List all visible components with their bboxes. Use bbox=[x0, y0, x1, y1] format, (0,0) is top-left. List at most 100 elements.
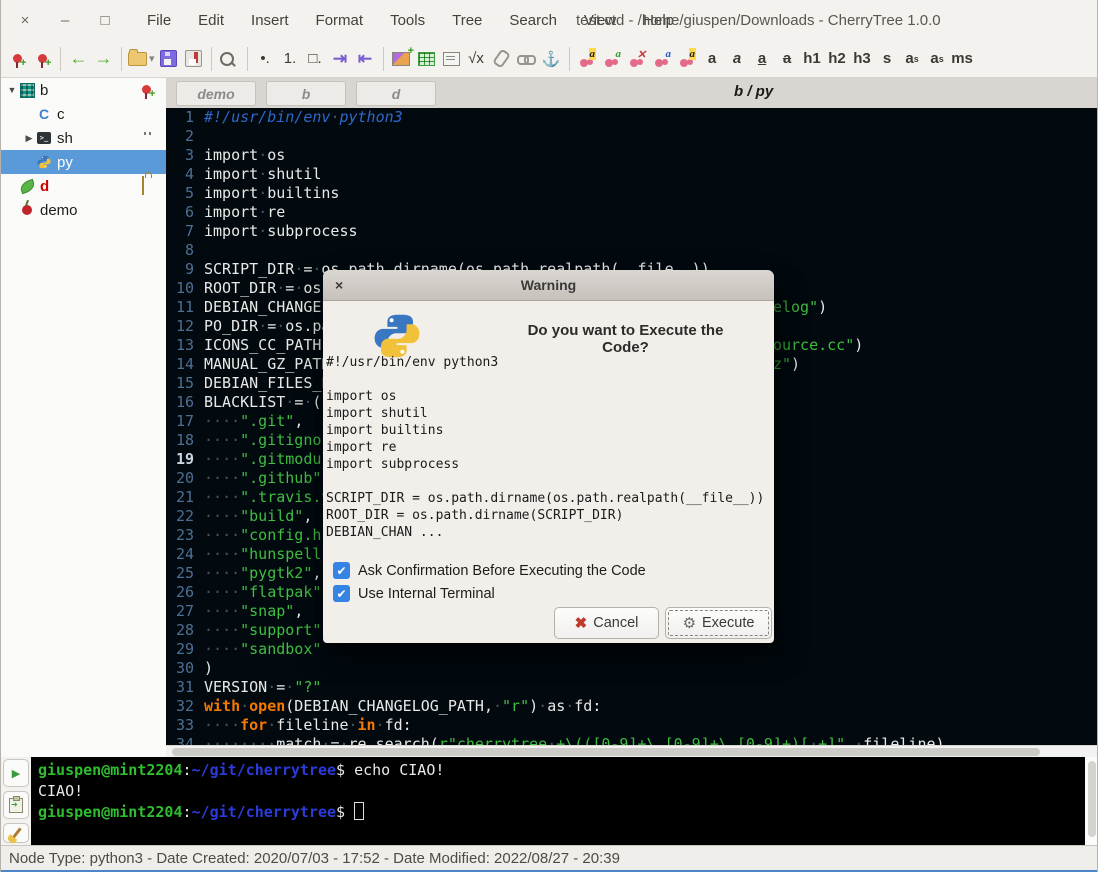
format-subscript-icon[interactable]: as bbox=[926, 45, 949, 72]
tree-node-c[interactable]: Cc bbox=[1, 102, 166, 126]
format-bold-icon[interactable]: a bbox=[701, 45, 724, 72]
editor-line: 6import·re bbox=[166, 203, 1098, 222]
bookmark-tab-d[interactable]: d bbox=[356, 81, 436, 106]
checkbox-checked-icon[interactable]: ✔ bbox=[333, 562, 350, 579]
format-h2-icon[interactable]: h2 bbox=[826, 45, 849, 72]
format-monospace-icon[interactable]: ms bbox=[951, 45, 974, 72]
scrollbar-thumb[interactable] bbox=[1088, 761, 1096, 837]
terminal-output[interactable]: giuspen@mint2204:~/git/cherrytree$ echo … bbox=[31, 757, 1085, 845]
save-as-icon[interactable] bbox=[182, 45, 205, 72]
format-strike-icon[interactable]: a bbox=[776, 45, 799, 72]
menu-insert[interactable]: Insert bbox=[247, 10, 293, 31]
terminal-icon: >_ bbox=[37, 132, 51, 144]
insert-link-icon[interactable] bbox=[515, 45, 538, 72]
indent-more-icon[interactable]: ⇥ bbox=[329, 45, 352, 72]
indent-less-icon[interactable]: ⇤ bbox=[354, 45, 377, 72]
editor-line-code: #!/usr/bin/env·python3 bbox=[200, 108, 403, 127]
code-preview-line: SCRIPT_DIR = os.path.dirname(os.path.rea… bbox=[326, 490, 764, 507]
save-icon[interactable] bbox=[157, 45, 180, 72]
menu-tree[interactable]: Tree bbox=[448, 10, 486, 31]
window-close-button[interactable]: × bbox=[5, 0, 45, 40]
tree-node-sh[interactable]: ▶>_sh bbox=[1, 126, 166, 150]
insert-image-icon[interactable] bbox=[390, 45, 413, 72]
numbered-list-icon[interactable]: 1. bbox=[279, 45, 302, 72]
dialog-close-icon[interactable]: × bbox=[335, 277, 343, 293]
terminal-scrollbar[interactable] bbox=[1085, 757, 1098, 845]
line-number: 14 bbox=[166, 355, 200, 374]
editor-line-code: ····"snap", bbox=[200, 602, 303, 621]
leaf-icon bbox=[19, 178, 35, 194]
cherry-icon bbox=[22, 205, 32, 215]
insert-table-icon[interactable] bbox=[415, 45, 438, 72]
editor-line: 4import·shutil bbox=[166, 165, 1098, 184]
open-file-icon[interactable]: ▾ bbox=[128, 45, 155, 72]
pin-icon bbox=[142, 85, 151, 94]
format-superscript-icon[interactable]: as bbox=[901, 45, 924, 72]
tree-node-d[interactable]: d bbox=[1, 174, 166, 198]
insert-formula-icon[interactable]: √x bbox=[465, 45, 488, 72]
line-number: 34 bbox=[166, 735, 200, 745]
insert-codebox-icon[interactable] bbox=[440, 45, 463, 72]
cancel-button[interactable]: ✖ Cancel bbox=[554, 607, 659, 639]
bookmarks-strip: demobd b / py bbox=[166, 78, 1098, 108]
line-number: 6 bbox=[166, 203, 200, 222]
expander-icon[interactable]: ▼ bbox=[5, 85, 19, 95]
scrollbar-thumb[interactable] bbox=[172, 748, 1040, 756]
menu-search[interactable]: Search bbox=[505, 10, 561, 31]
format-h3-icon[interactable]: h3 bbox=[851, 45, 874, 72]
editor-line: 32with·open(DEBIAN_CHANGELOG_PATH,·"r")·… bbox=[166, 697, 1098, 716]
menu-edit[interactable]: Edit bbox=[194, 10, 228, 31]
line-number: 27 bbox=[166, 602, 200, 621]
clipboard-icon bbox=[9, 798, 23, 813]
format-remove-icon[interactable]: a bbox=[601, 45, 624, 72]
code-preview-line: import subprocess bbox=[326, 456, 764, 473]
ask-confirmation-checkbox-row[interactable]: ✔ Ask Confirmation Before Executing the … bbox=[333, 562, 646, 579]
internal-terminal-checkbox-row[interactable]: ✔ Use Internal Terminal bbox=[333, 585, 495, 602]
line-number: 19 bbox=[166, 450, 200, 469]
bookmark-tab-demo[interactable]: demo bbox=[176, 81, 256, 106]
line-number: 11 bbox=[166, 298, 200, 317]
format-small-icon[interactable]: s bbox=[876, 45, 899, 72]
format-underline-icon[interactable]: a bbox=[751, 45, 774, 72]
window-maximize-button[interactable]: □ bbox=[85, 0, 125, 40]
editor-horizontal-scrollbar[interactable] bbox=[166, 745, 1098, 757]
terminal-clean-button[interactable] bbox=[3, 823, 29, 843]
execute-button[interactable]: ⚙ Execute bbox=[665, 607, 772, 639]
window-minimize-button[interactable]: – bbox=[45, 0, 85, 40]
go-forward-icon[interactable]: → bbox=[92, 45, 115, 72]
tree-node-py[interactable]: py bbox=[1, 150, 166, 174]
node-add-icon[interactable] bbox=[6, 45, 29, 72]
format-h1-icon[interactable]: h1 bbox=[801, 45, 824, 72]
format-latest-icon[interactable]: a bbox=[576, 45, 599, 72]
bulleted-list-icon[interactable]: •. bbox=[254, 45, 277, 72]
tree-node-demo[interactable]: demo bbox=[1, 198, 166, 222]
node-child-add-icon[interactable] bbox=[31, 45, 54, 72]
terminal-paste-button[interactable] bbox=[3, 791, 29, 819]
red-x-icon: ✖ bbox=[575, 614, 588, 632]
editor-line-code: VERSION·=·"?" bbox=[200, 678, 321, 697]
line-number: 25 bbox=[166, 564, 200, 583]
tree-node-label: b bbox=[40, 82, 48, 99]
format-clear-icon[interactable]: ✕ bbox=[626, 45, 649, 72]
format-foreground-icon[interactable]: a bbox=[651, 45, 674, 72]
find-icon[interactable] bbox=[218, 45, 241, 72]
editor-line-code: ····".git", bbox=[200, 412, 303, 431]
menu-format[interactable]: Format bbox=[312, 10, 368, 31]
checkbox-checked-icon[interactable]: ✔ bbox=[333, 585, 350, 602]
attach-file-icon[interactable] bbox=[490, 45, 513, 72]
menu-file[interactable]: File bbox=[143, 10, 175, 31]
format-background-icon[interactable]: a bbox=[676, 45, 699, 72]
bookmark-tab-b[interactable]: b bbox=[266, 81, 346, 106]
toolbar-separator bbox=[247, 47, 248, 71]
todo-list-icon[interactable]: □. bbox=[304, 45, 327, 72]
tree-node-b[interactable]: ▼b bbox=[1, 78, 166, 102]
terminal-run-button[interactable]: ▶ bbox=[3, 759, 29, 787]
node-child-add-icon bbox=[38, 54, 47, 63]
go-back-icon[interactable]: ← bbox=[67, 45, 90, 72]
format-italic-icon[interactable]: a bbox=[726, 45, 749, 72]
building-icon bbox=[20, 83, 35, 98]
insert-anchor-icon[interactable]: ⚓ bbox=[540, 45, 563, 72]
menu-tools[interactable]: Tools bbox=[386, 10, 429, 31]
expander-icon[interactable]: ▶ bbox=[22, 133, 36, 144]
line-number: 5 bbox=[166, 184, 200, 203]
